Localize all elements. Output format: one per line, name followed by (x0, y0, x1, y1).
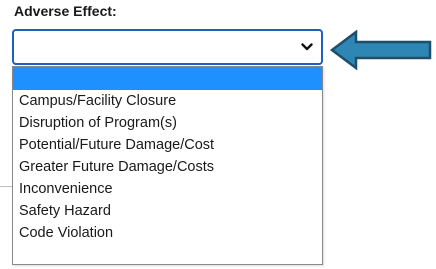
option-disruption-of-programs[interactable]: Disruption of Program(s) (13, 112, 322, 134)
left-arrow-icon (330, 29, 432, 71)
option-inconvenience[interactable]: Inconvenience (13, 178, 322, 200)
adverse-effect-options-list: Campus/Facility Closure Disruption of Pr… (12, 66, 323, 265)
option-safety-hazard[interactable]: Safety Hazard (13, 200, 322, 222)
adverse-effect-select[interactable] (12, 29, 323, 65)
chevron-down-icon (301, 43, 313, 51)
option-blank[interactable] (13, 67, 322, 90)
page: Adverse Effect: Campus/Facility Closure … (0, 0, 436, 269)
option-code-violation[interactable]: Code Violation (13, 222, 322, 244)
option-campus-facility-closure[interactable]: Campus/Facility Closure (13, 90, 322, 112)
option-greater-future-damage-costs[interactable]: Greater Future Damage/Costs (13, 156, 322, 178)
adverse-effect-label: Adverse Effect: (14, 3, 117, 19)
option-potential-future-damage-cost[interactable]: Potential/Future Damage/Cost (13, 134, 322, 156)
